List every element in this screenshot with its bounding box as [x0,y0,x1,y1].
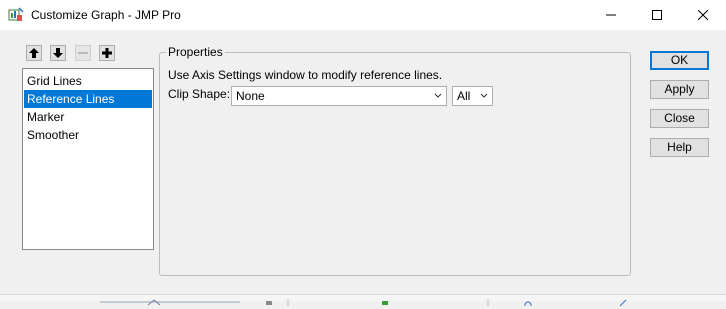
graph-element-list[interactable]: Grid Lines Reference Lines Marker Smooth… [22,68,154,250]
plus-icon [102,48,112,58]
apply-button[interactable]: Apply [650,80,709,99]
chevron-down-icon [434,93,442,98]
clip-scope-select[interactable]: All [452,86,493,106]
clip-shape-select[interactable]: None [231,86,447,106]
maximize-icon [652,10,662,20]
close-icon [698,10,708,20]
maximize-button[interactable] [634,0,680,30]
minus-icon [78,52,88,54]
arrow-down-icon [53,48,63,58]
clip-shape-value: None [236,89,265,103]
close-window-button[interactable] [680,0,726,30]
clip-scope-value: All [457,89,471,103]
properties-group-label: Properties [166,44,225,60]
list-item-grid-lines[interactable]: Grid Lines [24,72,152,90]
add-item-button[interactable] [99,45,115,61]
customize-graph-dialog: Customize Graph - JMP Pro Grid Lines Ref… [0,0,726,294]
move-up-button[interactable] [26,45,42,61]
list-item-reference-lines[interactable]: Reference Lines [24,90,152,108]
close-button[interactable]: Close [650,109,709,128]
chevron-down-icon [480,93,488,98]
arrow-up-icon [29,48,39,58]
ok-button[interactable]: OK [650,51,709,70]
background-window-edge [0,294,726,309]
reference-lines-info-text: Use Axis Settings window to modify refer… [168,68,443,82]
clip-shape-label: Clip Shape: [168,87,231,101]
minimize-button[interactable] [588,0,634,30]
list-item-smoother[interactable]: Smoother [24,126,152,144]
background-window-fragments [100,299,627,309]
move-down-button[interactable] [50,45,66,61]
help-button[interactable]: Help [650,138,709,157]
minimize-icon [606,14,616,16]
title-bar[interactable]: Customize Graph - JMP Pro [0,0,726,30]
remove-item-button[interactable] [75,45,91,61]
window-title: Customize Graph - JMP Pro [31,8,181,22]
list-item-marker[interactable]: Marker [24,108,152,126]
jmp-app-icon [8,7,24,23]
